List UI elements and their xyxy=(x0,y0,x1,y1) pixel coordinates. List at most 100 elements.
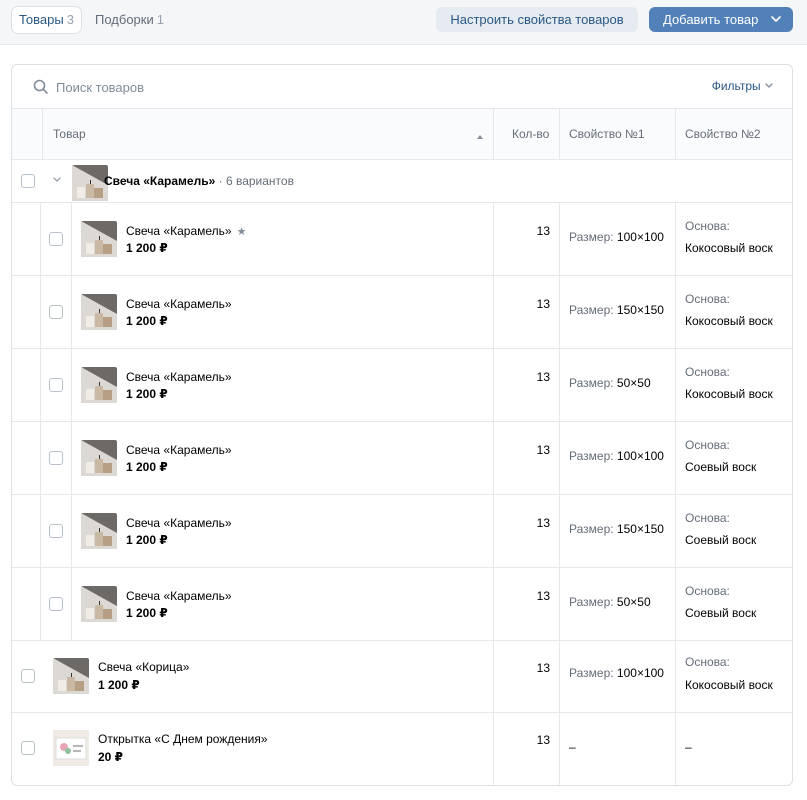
column-divider xyxy=(559,641,560,712)
column-divider xyxy=(675,203,676,275)
group-row[interactable]: Свеча «Карамель» · 6 вариантов xyxy=(12,160,792,203)
property-2-value: Кокосовый воск xyxy=(685,241,773,255)
row-checkbox[interactable] xyxy=(49,524,63,538)
property-2-label: Основа: xyxy=(685,655,730,669)
column-divider xyxy=(40,349,41,421)
filters-button[interactable]: Фильтры xyxy=(712,79,774,93)
product-price: 1 200 ₽ xyxy=(126,314,168,328)
top-bar: Товары 3 Подборки 1 Настроить свойства тов… xyxy=(0,0,807,45)
product-qty: 13 xyxy=(536,516,550,530)
column-divider xyxy=(559,109,560,159)
product-property-1: Размер: 150×150 xyxy=(569,303,664,317)
column-divider xyxy=(40,422,41,494)
column-divider xyxy=(675,495,676,567)
search-row: Фильтры xyxy=(12,65,792,109)
row-checkbox[interactable] xyxy=(21,741,35,755)
product-property-1: Размер: 100×100 xyxy=(569,230,664,244)
configure-properties-button[interactable]: Настроить свойства товаров xyxy=(436,7,638,32)
row-checkbox[interactable] xyxy=(49,305,63,319)
column-divider xyxy=(493,568,494,640)
column-product[interactable]: Товар xyxy=(53,109,86,159)
add-product-button[interactable]: Добавить товар xyxy=(649,7,793,32)
column-divider xyxy=(675,422,676,494)
group-title: Свеча «Карамель» · 6 вариантов xyxy=(104,174,294,188)
star-icon: ★ xyxy=(236,226,247,238)
row-checkbox[interactable] xyxy=(49,232,63,246)
column-divider xyxy=(493,276,494,348)
column-divider xyxy=(559,422,560,494)
property-2-value: Кокосовый воск xyxy=(685,314,773,328)
column-divider xyxy=(71,349,72,421)
product-thumbnail xyxy=(81,586,117,622)
property-2-label: Основа: xyxy=(685,438,730,452)
product-property-1: Размер: 100×100 xyxy=(569,666,664,680)
variant-row[interactable]: Свеча «Карамель» ★ 1 200 ₽ 13 Размер: 100… xyxy=(12,203,792,276)
property-2-value: Соевый воск xyxy=(685,533,757,547)
tab-collections-count: 1 xyxy=(156,12,164,27)
property-2-label: Основа: xyxy=(685,584,730,598)
property-2-value: Кокосовый воск xyxy=(685,678,773,692)
row-checkbox[interactable] xyxy=(21,174,35,188)
product-thumbnail xyxy=(53,658,89,694)
variant-row[interactable]: Свеча «Карамель» 1 200 ₽ 13 Размер: 150×… xyxy=(12,276,792,349)
property-2-label: Основа: xyxy=(685,511,730,525)
property-1-value: 100×100 xyxy=(616,230,664,244)
group-product-thumbnail xyxy=(72,165,108,201)
column-divider xyxy=(493,109,494,159)
column-divider xyxy=(559,203,560,275)
search-input[interactable] xyxy=(56,77,456,97)
row-checkbox[interactable] xyxy=(49,451,63,465)
product-row[interactable]: Свеча «Корица» 1 200 ₽ 13 Размер: 100×10… xyxy=(12,641,792,713)
product-thumbnail xyxy=(81,294,117,330)
variant-row[interactable]: Свеча «Карамель» 1 200 ₽ 13 Размер: 50×5… xyxy=(12,349,792,422)
variant-row[interactable]: Свеча «Карамель» 1 200 ₽ 13 Размер: 100×… xyxy=(12,422,792,495)
column-divider xyxy=(71,203,72,275)
property-1-label: Размер: xyxy=(569,666,614,680)
product-property-1: Размер: 150×150 xyxy=(569,522,664,536)
property-1-value: 100×100 xyxy=(616,449,664,463)
product-thumbnail xyxy=(81,221,117,257)
property-1-value: 50×50 xyxy=(616,376,651,390)
product-row[interactable]: Открытка «С Днем рождения» 20 ₽ 13 – – xyxy=(12,713,792,785)
product-price: 1 200 ₽ xyxy=(126,460,168,474)
tab-products-label: Товары xyxy=(19,12,64,27)
variant-row[interactable]: Свеча «Карамель» 1 200 ₽ 13 Размер: 50×5… xyxy=(12,568,792,641)
product-qty: 13 xyxy=(536,733,550,747)
table-header: Товар Кол-во Свойство №1 Свойство №2 xyxy=(12,109,792,160)
chevron-down-icon[interactable] xyxy=(52,172,62,191)
property-2-label: Основа: xyxy=(685,292,730,306)
row-checkbox[interactable] xyxy=(49,378,63,392)
products-card: Фильтры Товар Кол-во Свойство №1 Свойств… xyxy=(11,64,793,786)
property-2-label: Основа: xyxy=(685,365,730,379)
variant-row[interactable]: Свеча «Карамель» 1 200 ₽ 13 Размер: 150×… xyxy=(12,495,792,568)
row-checkbox[interactable] xyxy=(21,669,35,683)
product-qty: 13 xyxy=(536,297,550,311)
column-divider xyxy=(675,713,676,785)
property-1-label: Размер: xyxy=(569,303,614,317)
product-name: Свеча «Корица» xyxy=(98,660,190,674)
column-prop1[interactable]: Свойство №1 xyxy=(569,109,645,159)
column-qty[interactable]: Кол-во xyxy=(512,109,549,159)
column-divider xyxy=(71,495,72,567)
column-divider xyxy=(71,276,72,348)
product-thumbnail xyxy=(81,513,117,549)
chevron-down-icon xyxy=(764,79,774,93)
chevron-down-icon xyxy=(771,7,781,40)
tab-collections[interactable]: Подборки 1 xyxy=(88,7,171,33)
product-property-1: Размер: 50×50 xyxy=(569,376,651,390)
tab-products-count: 3 xyxy=(66,12,74,27)
tab-products[interactable]: Товары 3 xyxy=(12,7,81,33)
add-product-label: Добавить товар xyxy=(663,12,759,27)
row-checkbox[interactable] xyxy=(49,597,63,611)
column-divider xyxy=(42,109,43,159)
column-divider xyxy=(675,641,676,712)
column-prop2[interactable]: Свойство №2 xyxy=(685,109,761,159)
property-1-label: Размер: xyxy=(569,376,614,390)
column-product-label: Товар xyxy=(53,127,86,141)
column-divider xyxy=(71,568,72,640)
property-1-value: 150×150 xyxy=(616,303,664,317)
sort-arrow-icon[interactable] xyxy=(476,129,484,144)
property-2-value: Кокосовый воск xyxy=(685,387,773,401)
column-divider xyxy=(559,276,560,348)
product-price: 1 200 ₽ xyxy=(98,678,140,692)
